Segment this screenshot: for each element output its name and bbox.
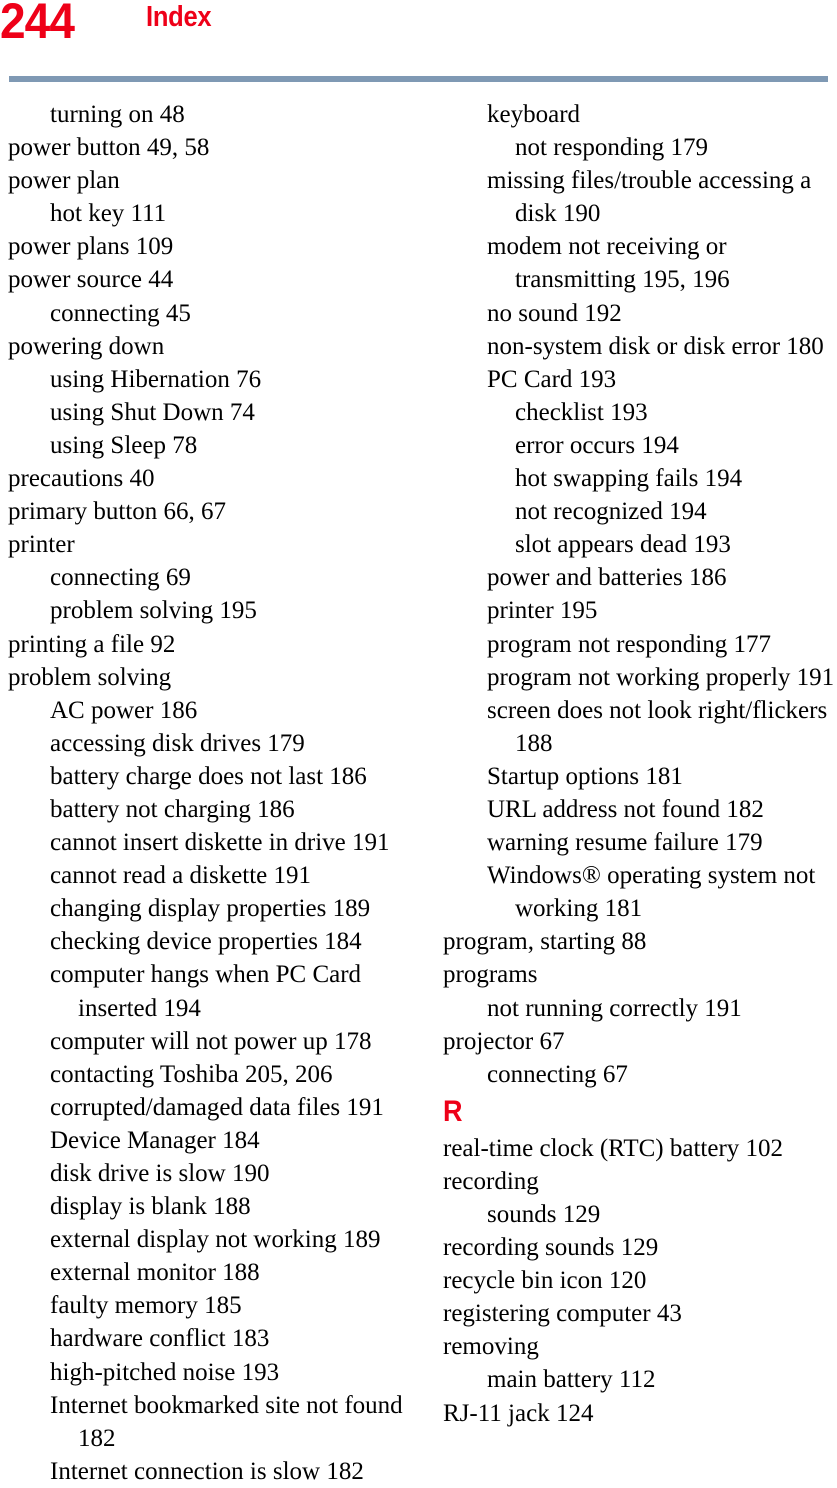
index-entry: not recognized 194 — [515, 498, 707, 526]
index-entry: display is blank 188 — [50, 1193, 251, 1221]
index-entry: high-pitched noise 193 — [50, 1358, 280, 1386]
index-entry: URL address not found 182 — [487, 795, 764, 823]
index-entry: checklist 193 — [515, 398, 648, 426]
index-entry: battery charge does not last 186 — [50, 762, 367, 790]
index-entry: removing — [443, 1333, 539, 1361]
index-entry: computer hangs when PC Card inserted 194 — [50, 961, 362, 1022]
index-entry: RJ-11 jack 124 — [443, 1399, 594, 1427]
index-entry: power and batteries 186 — [487, 564, 727, 592]
index-entry: real-time clock (RTC) battery 102 — [443, 1134, 784, 1162]
index-entry: error occurs 194 — [515, 431, 679, 459]
index-entry: problem solving — [8, 663, 172, 691]
index-entry: using Shut Down 74 — [50, 398, 255, 426]
index-entry: warning resume failure 179 — [487, 829, 763, 857]
index-entry: contacting Toshiba 205, 206 — [50, 1060, 333, 1088]
index-entry: not running correctly 191 — [487, 994, 742, 1022]
index-entry: missing files/trouble accessing a disk 1… — [487, 167, 812, 228]
index-entry: power source 44 — [8, 266, 174, 294]
index-entry: recycle bin icon 120 — [443, 1267, 647, 1295]
index-entry: main battery 112 — [487, 1366, 656, 1394]
index-column-right: keyboard not responding 179 missing files/… — [443, 98, 837, 1430]
index-entry: recording — [443, 1167, 539, 1195]
index-letter-heading: R — [443, 1094, 463, 1128]
index-entry: recording sounds 129 — [443, 1234, 659, 1262]
index-entry: connecting 45 — [50, 299, 191, 327]
index-entry: external monitor 188 — [50, 1259, 260, 1287]
index-entry: hot key 111 — [50, 200, 167, 228]
index-entry: PC Card 193 — [487, 365, 617, 393]
index-entry: modem not receiving or transmitting 195,… — [487, 233, 730, 294]
index-entry: no sound 192 — [487, 299, 622, 327]
index-entry: slot appears dead 193 — [515, 531, 731, 559]
index-entry: printer — [8, 531, 75, 559]
index-entry: sounds 129 — [487, 1201, 601, 1228]
index-entry: power plans 109 — [8, 233, 174, 261]
page-title: Index — [146, 1, 212, 33]
index-entry: problem solving 195 — [50, 597, 257, 625]
index-entry: precautions 40 — [8, 465, 155, 493]
header-divider-rule — [9, 76, 828, 82]
index-column-left: turning on 48 power button 49, 58 power pl… — [8, 98, 408, 1488]
index-entry: program not working properly 191 — [487, 663, 835, 691]
index-entry: screen does not look right/flickers 188 — [487, 696, 828, 757]
index-entry: projector 67 — [443, 1027, 565, 1055]
index-entry: hot swapping fails 194 — [515, 465, 743, 493]
index-entry: faulty memory 185 — [50, 1292, 242, 1320]
index-entry: cannot read a diskette 191 — [50, 862, 312, 890]
index-entry: program not responding 177 — [487, 630, 771, 658]
index-entry: power plan — [8, 167, 120, 195]
index-entry: turning on 48 — [50, 101, 185, 128]
index-entry: non-system disk or disk error 180 — [487, 332, 824, 360]
index-entry: not responding 179 — [515, 134, 709, 162]
index-entry: keyboard — [487, 101, 581, 128]
index-entry: computer will not power up 178 — [50, 1027, 372, 1055]
index-entry: Windows® operating system not working 18… — [487, 862, 816, 923]
index-entry: accessing disk drives 179 — [50, 729, 305, 757]
index-entry: connecting 67 — [487, 1060, 628, 1088]
index-entry: hardware conflict 183 — [50, 1325, 270, 1353]
index-entry: checking device properties 184 — [50, 928, 362, 956]
index-entry: program, starting 88 — [443, 928, 647, 956]
index-entry: external display not working 189 — [50, 1226, 381, 1254]
index-entry: Internet bookmarked site not found 182 — [50, 1391, 403, 1452]
index-entry: battery not charging 186 — [50, 795, 295, 823]
index-entry: AC power 186 — [50, 696, 198, 724]
page-header: 244 Index — [0, 0, 837, 84]
index-entry: primary button 66, 67 — [8, 498, 227, 526]
index-entry: disk drive is slow 190 — [50, 1160, 270, 1187]
index-entry: powering down — [8, 332, 165, 360]
index-entry: cannot insert diskette in drive 191 — [50, 829, 390, 857]
index-entry: changing display properties 189 — [50, 895, 371, 923]
index-entry: Internet connection is slow 182 — [50, 1457, 364, 1485]
index-entry: printer 195 — [487, 597, 598, 625]
index-entry: power button 49, 58 — [8, 134, 210, 162]
index-entry: Startup options 181 — [487, 762, 683, 790]
page-number: 244 — [0, 0, 75, 49]
index-entry: corrupted/damaged data files 191 — [50, 1093, 384, 1121]
index-entry: using Hibernation 76 — [50, 365, 262, 393]
index-entry: Device Manager 184 — [50, 1126, 260, 1154]
index-entry: using Sleep 78 — [50, 431, 198, 459]
index-entry: connecting 69 — [50, 564, 191, 592]
index-entry: printing a file 92 — [8, 630, 176, 658]
index-entry: registering computer 43 — [443, 1300, 682, 1328]
index-entry: programs — [443, 961, 538, 989]
index-page: { "header": { "page_number": "244", "tit… — [0, 0, 837, 1485]
